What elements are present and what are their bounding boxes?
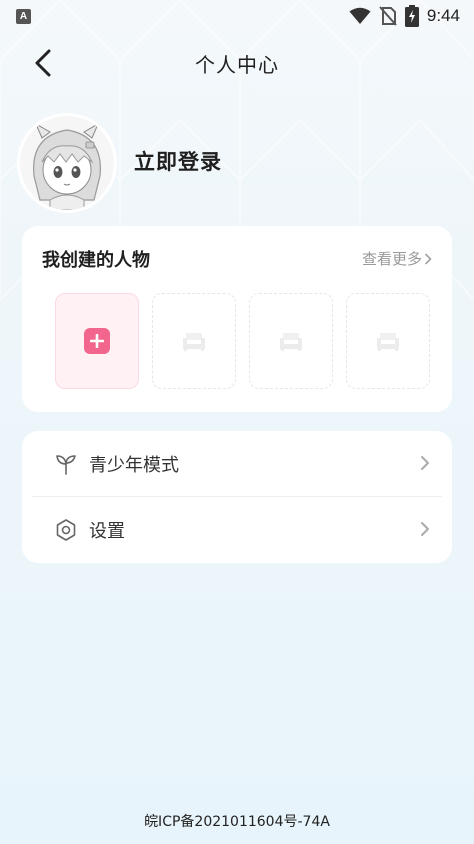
menu-item-youth-mode[interactable]: 青少年模式 xyxy=(22,431,452,497)
page-title: 个人中心 xyxy=(195,52,279,77)
chevron-left-icon xyxy=(35,49,51,77)
app-notification-icon: A xyxy=(16,8,31,24)
chevron-right-icon xyxy=(421,522,429,536)
icp-license-text: 皖ICP备2021011604号-74A xyxy=(144,814,330,830)
see-more-label: 查看更多 xyxy=(361,250,422,268)
created-characters-card: 我创建的人物 查看更多 xyxy=(22,226,452,412)
wifi-icon xyxy=(349,7,371,24)
empty-character-slot[interactable] xyxy=(346,293,430,389)
menu-item-label: 青少年模式 xyxy=(89,455,179,476)
status-time: 9:44 xyxy=(426,6,460,25)
created-characters-title: 我创建的人物 xyxy=(42,250,150,271)
sofa-icon xyxy=(183,333,205,351)
menu-item-label: 设置 xyxy=(89,521,125,542)
chevron-right-icon xyxy=(421,456,429,470)
back-button[interactable] xyxy=(28,48,58,78)
header: 个人中心 xyxy=(0,36,474,90)
avatar[interactable] xyxy=(20,116,114,210)
login-link[interactable]: 立即登录 xyxy=(134,146,222,176)
sofa-icon xyxy=(280,333,302,351)
sprout-icon xyxy=(56,455,76,475)
empty-character-slot[interactable] xyxy=(152,293,236,389)
see-more-link[interactable]: 查看更多 xyxy=(362,248,432,269)
add-character-button[interactable] xyxy=(55,293,139,389)
battery-charging-icon xyxy=(404,5,419,27)
menu-item-settings[interactable]: 设置 xyxy=(22,497,452,563)
avatar-image xyxy=(20,116,114,210)
menu-card: 青少年模式 设置 xyxy=(22,431,452,563)
settings-hexagon-icon xyxy=(56,519,76,541)
character-slots xyxy=(55,293,430,389)
plus-icon xyxy=(84,328,110,354)
sofa-icon xyxy=(377,333,399,351)
chevron-right-icon xyxy=(424,252,432,265)
empty-character-slot[interactable] xyxy=(249,293,333,389)
status-bar: A 9:44 xyxy=(0,0,474,32)
no-sim-icon xyxy=(379,6,397,26)
